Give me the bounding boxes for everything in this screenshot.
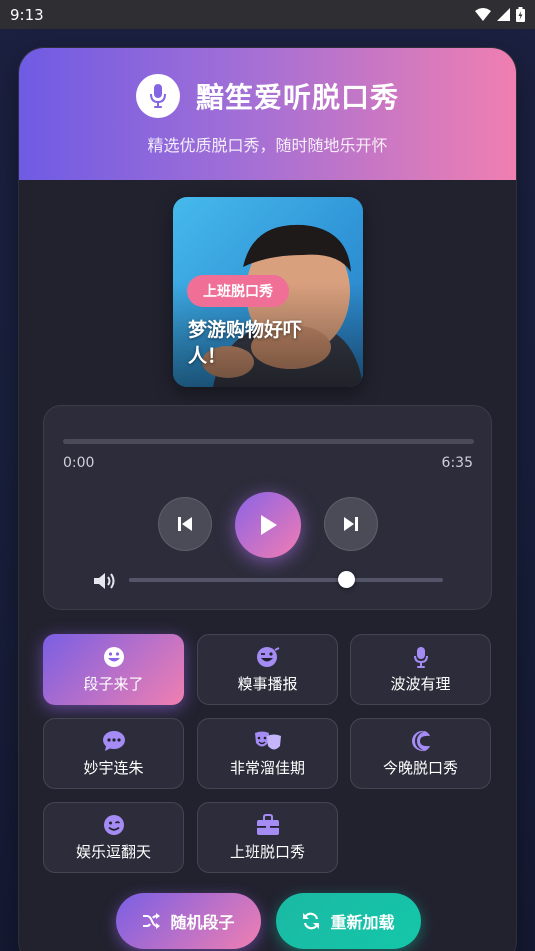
random-button[interactable]: 随机段子 [116,893,261,949]
skip-previous-icon [178,517,192,531]
category-button-feichang[interactable]: 非常溜佳期 [197,718,338,789]
track-title: 梦游购物好吓人！ [188,319,303,367]
sync-icon [303,912,320,930]
next-button[interactable] [324,497,378,551]
laugh-icon [103,646,125,668]
category-button-bobo[interactable]: 波波有理 [350,634,491,705]
wifi-icon [475,8,491,21]
app-header: 黯笙爱听脱口秀 精选优质脱口秀，随时随地乐开怀 [19,48,516,180]
briefcase-icon [256,813,280,836]
signal-icon [497,8,510,21]
status-icons [475,7,525,22]
category-button-yule[interactable]: 娱乐逗翻天 [43,802,184,873]
battery-charging-icon [516,7,525,22]
category-button-miaoyu[interactable]: 妙宇连朱 [43,718,184,789]
category-button-qiushi[interactable]: 糗事播报 [197,634,338,705]
progress-bar[interactable] [63,439,474,444]
total-time: 6:35 [441,455,473,471]
main-card: 黯笙爱听脱口秀 精选优质脱口秀，随时随地乐开怀 上班脱口秀 梦游购物好吓人！ 0… [18,47,517,951]
comment-dots-icon [102,730,126,752]
reload-button[interactable]: 重新加载 [276,893,421,949]
previous-button[interactable] [158,497,212,551]
microphone-icon [135,74,180,118]
random-button-label: 随机段子 [170,913,235,932]
app-subtitle: 精选优质脱口秀，随时随地乐开怀 [147,136,388,155]
theater-masks-icon [254,730,282,752]
microphone-icon [413,646,429,668]
status-bar: 9:13 [0,0,535,29]
category-button-shangban[interactable]: 上班脱口秀 [197,802,338,873]
skip-next-icon [344,517,358,531]
moon-icon [411,730,431,752]
smile-wink-icon [103,814,125,836]
volume-slider[interactable] [129,571,443,588]
app-title: 黯笙爱听脱口秀 [195,81,399,114]
current-time: 0:00 [63,455,95,471]
reload-button-label: 重新加载 [330,913,395,932]
volume-icon[interactable] [92,571,118,591]
category-button-duanzi[interactable]: 段子来了 [43,634,184,705]
volume-knob[interactable] [337,571,355,588]
play-icon [261,515,277,535]
play-button[interactable] [235,492,301,558]
laugh-wink-icon [256,646,280,668]
category-button-jinwan[interactable]: 今晚脱口秀 [350,718,491,789]
category-tag: 上班脱口秀 [187,275,289,307]
shuffle-icon [143,913,161,929]
audio-player: 0:00 6:35 [43,405,492,610]
status-time: 9:13 [10,5,44,24]
album-cover[interactable]: 上班脱口秀 梦游购物好吓人！ [173,197,363,387]
